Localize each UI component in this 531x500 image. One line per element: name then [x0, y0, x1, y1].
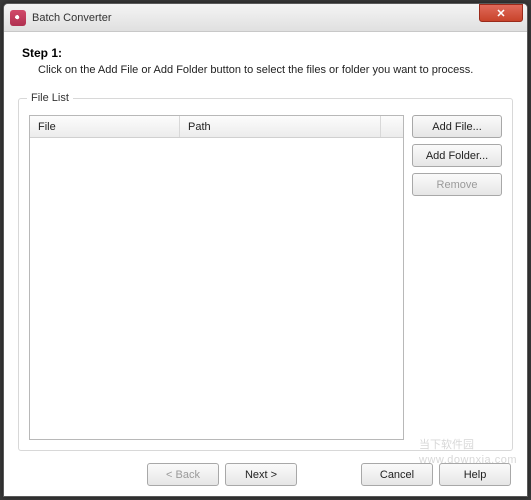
table-header: File Path [30, 116, 403, 138]
column-path[interactable]: Path [180, 116, 381, 137]
file-list-group: File List File Path Add File... Add Fold… [18, 98, 513, 451]
footer-spacer [18, 463, 141, 486]
side-buttons: Add File... Add Folder... Remove [412, 115, 502, 440]
titlebar: Batch Converter ✕ [4, 4, 527, 32]
step-block: Step 1: Click on the Add File or Add Fol… [18, 46, 513, 76]
step-description: Click on the Add File or Add Folder butt… [22, 64, 513, 76]
cancel-button[interactable]: Cancel [361, 463, 433, 486]
file-list-label: File List [27, 92, 73, 104]
next-button[interactable]: Next > [225, 463, 297, 486]
app-icon [10, 10, 26, 26]
dialog-content: Step 1: Click on the Add File or Add Fol… [4, 32, 527, 496]
column-file[interactable]: File [30, 116, 180, 137]
column-spacer [381, 116, 403, 137]
close-icon: ✕ [496, 7, 505, 20]
add-folder-button[interactable]: Add Folder... [412, 144, 502, 167]
file-list-row: File Path Add File... Add Folder... Remo… [29, 115, 502, 440]
add-file-button[interactable]: Add File... [412, 115, 502, 138]
remove-button[interactable]: Remove [412, 173, 502, 196]
window-title: Batch Converter [32, 12, 479, 24]
close-button[interactable]: ✕ [479, 4, 523, 22]
back-button[interactable]: < Back [147, 463, 219, 486]
help-button[interactable]: Help [439, 463, 511, 486]
footer-buttons: < Back Next > Cancel Help [18, 463, 513, 486]
table-body [30, 138, 403, 439]
dialog-window: Batch Converter ✕ Step 1: Click on the A… [3, 3, 528, 497]
file-table[interactable]: File Path [29, 115, 404, 440]
step-title: Step 1: [22, 46, 513, 60]
